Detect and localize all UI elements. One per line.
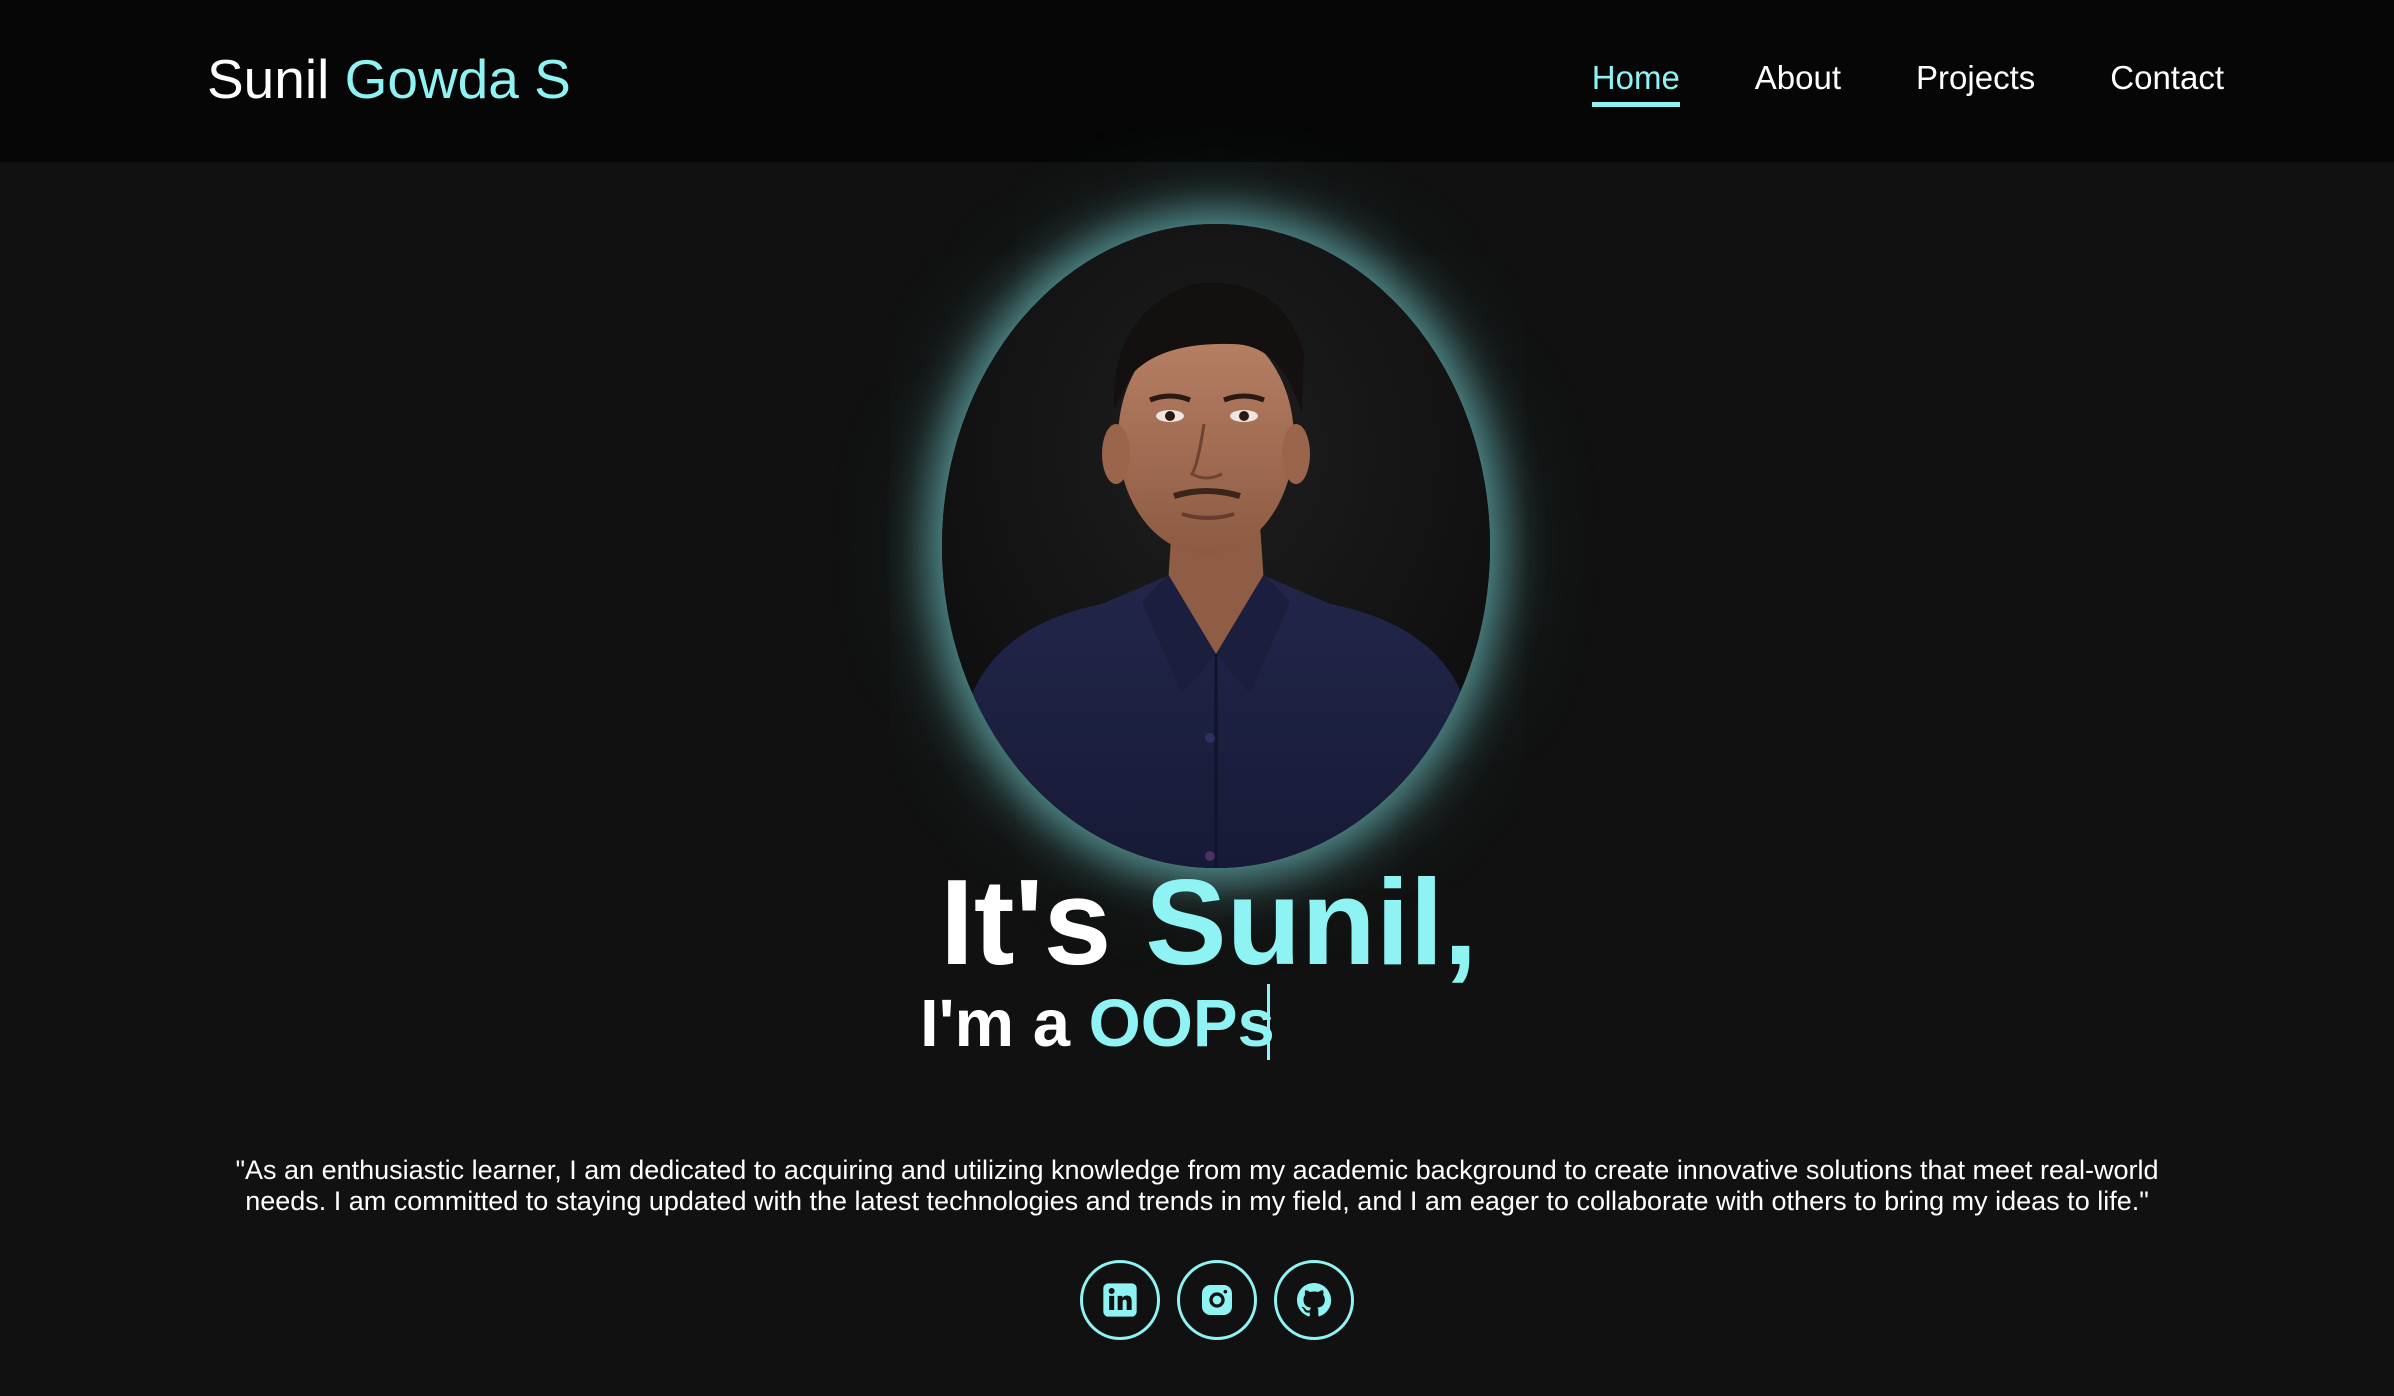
site-logo[interactable]: Sunil Gowda S bbox=[207, 44, 571, 114]
hero-title-prefix: It's bbox=[940, 854, 1112, 990]
nav-projects-link[interactable]: Projects bbox=[1916, 58, 2035, 104]
github-link[interactable] bbox=[1274, 1260, 1354, 1340]
typed-role-text: OOPs bbox=[1088, 986, 1275, 1061]
instagram-icon bbox=[1202, 1285, 1232, 1315]
linkedin-icon bbox=[1103, 1283, 1137, 1317]
logo-last-name: Gowda S bbox=[344, 48, 571, 110]
profile-photo bbox=[942, 224, 1490, 868]
github-icon bbox=[1297, 1283, 1332, 1317]
nav-contact-link[interactable]: Contact bbox=[2110, 58, 2224, 104]
intro-quote: "As an enthusiastic learner, I am dedica… bbox=[235, 1155, 2159, 1216]
linkedin-link[interactable] bbox=[1080, 1260, 1160, 1340]
profile-photo-illustration bbox=[942, 224, 1490, 868]
site-header: Sunil Gowda S Home About Projects Contac… bbox=[0, 0, 2394, 162]
hero-subtitle: I'm a OOPs bbox=[920, 984, 1275, 1064]
social-links bbox=[1080, 1260, 1354, 1340]
hero-title: It's Sunil, bbox=[940, 852, 1477, 992]
logo-first-name: Sunil bbox=[207, 48, 330, 110]
nav-about-link[interactable]: About bbox=[1755, 58, 1841, 104]
hero-title-name: Sunil, bbox=[1145, 854, 1478, 990]
instagram-link[interactable] bbox=[1177, 1260, 1257, 1340]
typing-cursor bbox=[1266, 984, 1270, 1060]
main-nav: Home About Projects Contact bbox=[1591, 58, 2224, 107]
hero-subtitle-prefix: I'm a bbox=[920, 986, 1070, 1061]
nav-home-link[interactable]: Home bbox=[1591, 58, 1680, 107]
